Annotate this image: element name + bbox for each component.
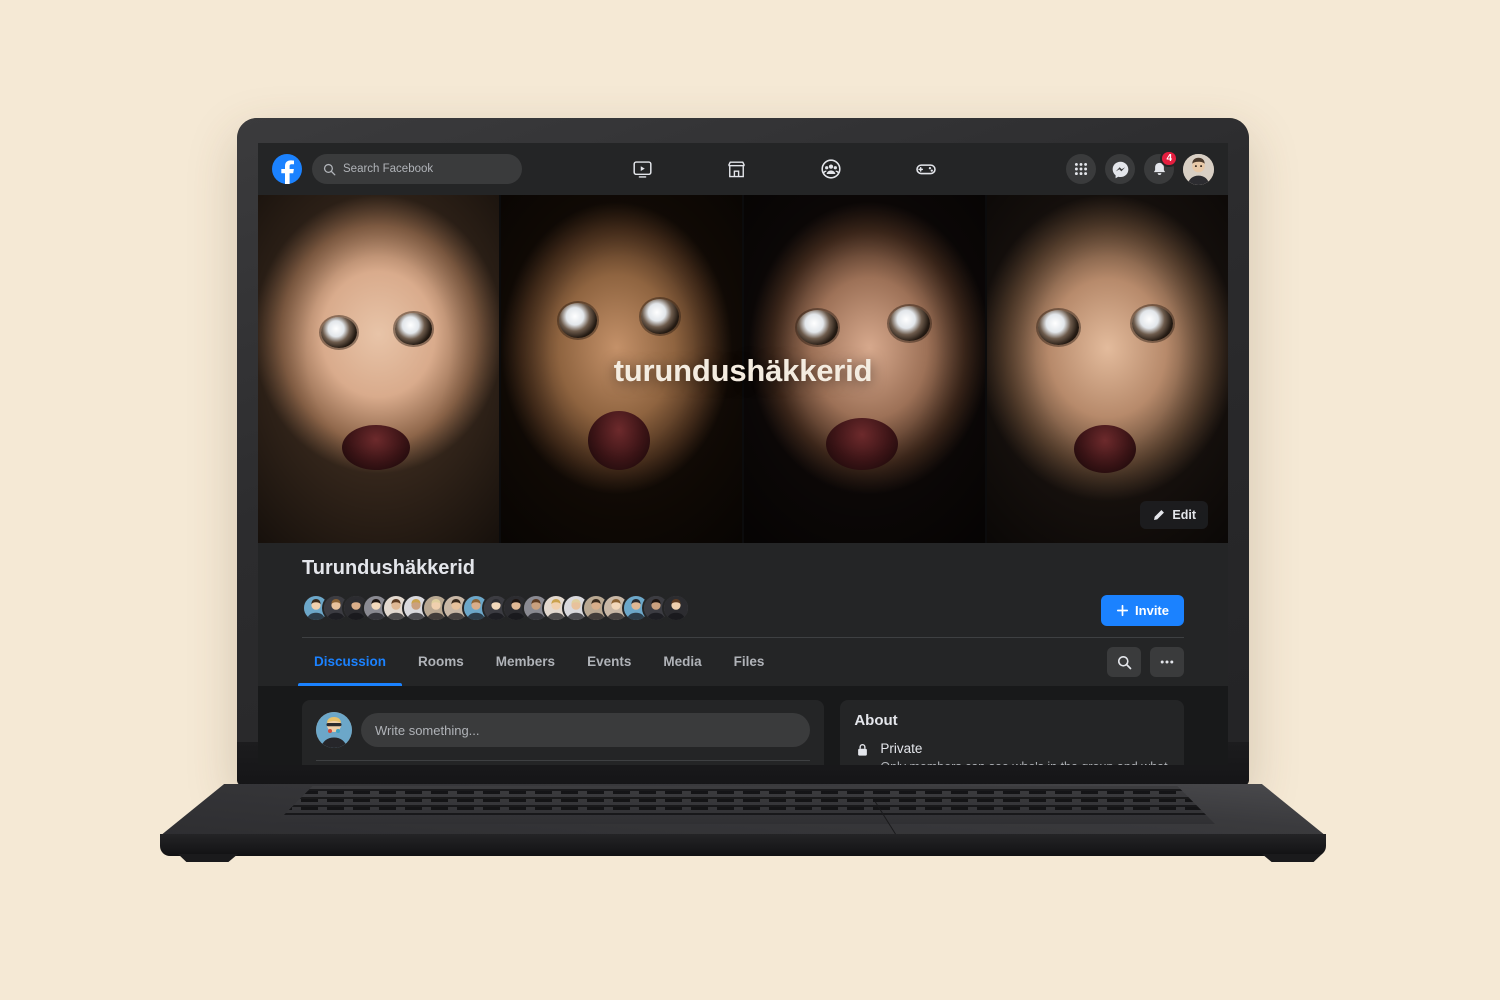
laptop-foot-left — [178, 854, 238, 862]
topbar-right-actions: 4 — [1066, 150, 1214, 185]
topbar-nav — [522, 155, 1066, 183]
messenger-icon[interactable] — [1105, 154, 1135, 184]
member-avatars-row[interactable] — [302, 593, 1184, 623]
invite-button-label: Invite — [1135, 603, 1169, 618]
laptop-mockup: Search Facebook 4 turundushäkkerid Edit … — [0, 0, 1500, 1000]
account-avatar[interactable] — [1183, 153, 1214, 185]
grid-menu-icon[interactable] — [1066, 154, 1096, 184]
plus-icon — [1116, 604, 1129, 617]
pencil-icon — [1152, 509, 1165, 522]
group-header: Turundushäkkerid Invite — [258, 543, 1228, 638]
facebook-topbar: Search Facebook 4 — [258, 143, 1228, 195]
tab-files[interactable]: Files — [718, 638, 781, 686]
search-icon — [1117, 655, 1131, 669]
composer-avatar[interactable] — [316, 712, 352, 748]
edit-cover-button[interactable]: Edit — [1140, 501, 1208, 529]
laptop-foot-right — [1262, 854, 1322, 862]
about-privacy-label: Private — [880, 741, 923, 756]
notification-badge: 4 — [1160, 150, 1178, 167]
laptop-screen: Search Facebook 4 turundushäkkerid Edit … — [258, 143, 1228, 765]
group-tabbar: Discussion Rooms Members Events Media Fi… — [258, 638, 1228, 686]
post-composer: Write something... — [316, 712, 811, 748]
composer-placeholder: Write something... — [375, 722, 480, 738]
search-input[interactable]: Search Facebook — [312, 154, 522, 184]
group-more-button[interactable] — [1150, 647, 1184, 677]
about-heading: About — [854, 712, 898, 729]
about-privacy-description: Only members can see who's in the group … — [880, 759, 1170, 765]
group-cover-photo[interactable]: turundushäkkerid Edit — [258, 195, 1228, 543]
group-main-content: Write something... About Private — [258, 686, 1228, 765]
about-column: About Private Only members can see who's… — [840, 700, 1184, 765]
search-icon — [323, 163, 336, 176]
laptop-base-front — [160, 834, 1326, 856]
composer-card: Write something... — [302, 700, 825, 765]
notifications-bell-icon[interactable]: 4 — [1144, 150, 1178, 184]
group-title: Turundushäkkerid — [302, 557, 475, 579]
ellipsis-icon — [1160, 660, 1174, 664]
about-card: About Private Only members can see who's… — [840, 700, 1184, 765]
tab-discussion[interactable]: Discussion — [298, 638, 403, 686]
edit-button-label: Edit — [1172, 508, 1196, 522]
lock-icon — [854, 741, 870, 765]
tab-rooms[interactable]: Rooms — [402, 638, 480, 686]
tab-media[interactable]: Media — [647, 638, 717, 686]
composer-divider — [316, 760, 811, 761]
nav-marketplace-icon[interactable] — [723, 155, 751, 183]
tabbar-actions — [1107, 647, 1184, 677]
nav-gaming-icon[interactable] — [912, 155, 940, 183]
member-avatar[interactable] — [662, 594, 690, 622]
cover-overlay-title: turundushäkkerid — [613, 353, 873, 388]
facebook-logo-icon[interactable] — [272, 154, 302, 184]
laptop-keyboard — [275, 786, 1215, 824]
search-placeholder: Search Facebook — [343, 163, 434, 175]
tab-members[interactable]: Members — [480, 638, 571, 686]
composer-input[interactable]: Write something... — [361, 713, 811, 747]
feed-column: Write something... — [302, 700, 825, 765]
invite-button[interactable]: Invite — [1101, 595, 1184, 626]
group-search-button[interactable] — [1107, 647, 1141, 677]
tab-events[interactable]: Events — [571, 638, 647, 686]
about-privacy-row: Private Only members can see who's in th… — [854, 741, 1170, 765]
nav-groups-icon[interactable] — [817, 155, 845, 183]
nav-watch-icon[interactable] — [628, 155, 656, 183]
